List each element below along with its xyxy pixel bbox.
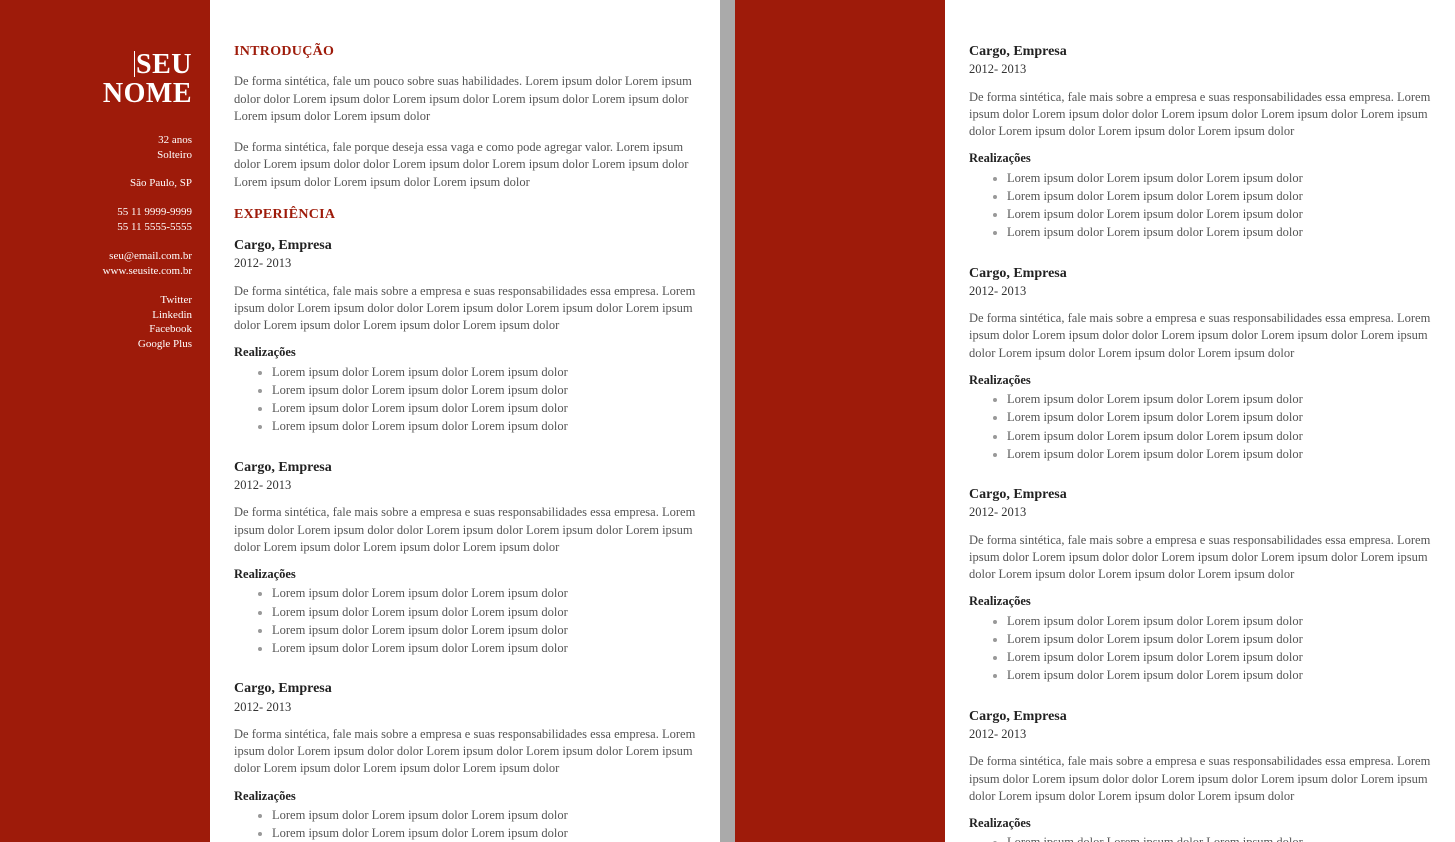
phone-block: 55 11 9999-9999 55 11 5555-5555: [0, 205, 192, 235]
job-title: Cargo, Empresa: [234, 679, 696, 698]
achievement-item: Lorem ipsum dolor Lorem ipsum dolor Lore…: [272, 640, 696, 657]
location-block: São Paulo, SP: [0, 176, 192, 191]
achievement-item: Lorem ipsum dolor Lorem ipsum dolor Lore…: [1007, 206, 1431, 223]
intro-p1: De forma sintética, fale um pouco sobre …: [234, 73, 696, 125]
job-title: Cargo, Empresa: [969, 485, 1431, 504]
job-title: Cargo, Empresa: [969, 42, 1431, 61]
job-entry: Cargo, Empresa 2012- 2013 De forma sinté…: [969, 485, 1431, 685]
achievement-item: Lorem ipsum dolor Lorem ipsum dolor Lore…: [1007, 649, 1431, 666]
resume-page-1: SEU NOME 32 anos Solteiro São Paulo, SP …: [0, 0, 720, 842]
achievements-label: Realizações: [969, 593, 1431, 610]
achievement-item: Lorem ipsum dolor Lorem ipsum dolor Lore…: [1007, 667, 1431, 684]
job-description: De forma sintética, fale mais sobre a em…: [969, 532, 1431, 584]
email: seu@email.com.br: [0, 249, 192, 264]
achievements-label: Realizações: [234, 566, 696, 583]
achievement-item: Lorem ipsum dolor Lorem ipsum dolor Lore…: [272, 807, 696, 824]
job-entry: Cargo, Empresa 2012- 2013 De forma sinté…: [234, 679, 696, 842]
achievements-label: Realizações: [969, 150, 1431, 167]
job-description: De forma sintética, fale mais sobre a em…: [969, 310, 1431, 362]
achievements-list: Lorem ipsum dolor Lorem ipsum dolor Lore…: [234, 585, 696, 657]
achievement-item: Lorem ipsum dolor Lorem ipsum dolor Lore…: [272, 364, 696, 381]
job-dates: 2012- 2013: [969, 504, 1431, 521]
achievements-list: Lorem ipsum dolor Lorem ipsum dolor Lore…: [969, 170, 1431, 242]
achievement-item: Lorem ipsum dolor Lorem ipsum dolor Lore…: [1007, 391, 1431, 408]
marital-status: Solteiro: [0, 148, 192, 163]
job-dates: 2012- 2013: [234, 255, 696, 272]
achievements-list: Lorem ipsum dolor Lorem ipsum dolor Lore…: [969, 834, 1431, 842]
achievements-label: Realizações: [234, 788, 696, 805]
job-dates: 2012- 2013: [234, 477, 696, 494]
achievement-item: Lorem ipsum dolor Lorem ipsum dolor Lore…: [1007, 446, 1431, 463]
social-block: Twitter Linkedin Facebook Google Plus: [0, 293, 192, 352]
job-title: Cargo, Empresa: [969, 707, 1431, 726]
personal-block: 32 anos Solteiro: [0, 133, 192, 163]
achievement-item: Lorem ipsum dolor Lorem ipsum dolor Lore…: [272, 825, 696, 842]
achievements-list: Lorem ipsum dolor Lorem ipsum dolor Lore…: [969, 613, 1431, 685]
achievement-item: Lorem ipsum dolor Lorem ipsum dolor Lore…: [272, 604, 696, 621]
age: 32 anos: [0, 133, 192, 148]
text-cursor-icon: [134, 51, 135, 77]
job-entry: Cargo, Empresa 2012- 2013 De forma sinté…: [969, 42, 1431, 242]
sidebar: SEU NOME 32 anos Solteiro São Paulo, SP …: [0, 0, 210, 842]
achievement-item: Lorem ipsum dolor Lorem ipsum dolor Lore…: [1007, 613, 1431, 630]
experience-heading: EXPERIÊNCIA: [234, 205, 696, 224]
job-entry: Cargo, Empresa 2012- 2013 De forma sinté…: [969, 707, 1431, 842]
resume-page-2: Cargo, Empresa 2012- 2013 De forma sinté…: [735, 0, 1455, 842]
job-entry: Cargo, Empresa 2012- 2013 De forma sinté…: [234, 236, 696, 436]
page-gap: [720, 0, 735, 842]
phone-1: 55 11 9999-9999: [0, 205, 192, 220]
achievement-item: Lorem ipsum dolor Lorem ipsum dolor Lore…: [1007, 170, 1431, 187]
job-entry: Cargo, Empresa 2012- 2013 De forma sinté…: [234, 458, 696, 658]
achievement-item: Lorem ipsum dolor Lorem ipsum dolor Lore…: [1007, 224, 1431, 241]
achievement-item: Lorem ipsum dolor Lorem ipsum dolor Lore…: [1007, 409, 1431, 426]
achievements-list: Lorem ipsum dolor Lorem ipsum dolor Lore…: [969, 391, 1431, 463]
intro-heading: INTRODUÇÃO: [234, 42, 696, 61]
job-description: De forma sintética, fale mais sobre a em…: [234, 504, 696, 556]
job-title: Cargo, Empresa: [234, 236, 696, 255]
achievement-item: Lorem ipsum dolor Lorem ipsum dolor Lore…: [272, 418, 696, 435]
achievement-item: Lorem ipsum dolor Lorem ipsum dolor Lore…: [1007, 631, 1431, 648]
achievements-list: Lorem ipsum dolor Lorem ipsum dolor Lore…: [234, 807, 696, 842]
social-facebook: Facebook: [0, 322, 192, 337]
name-line-1: SEU: [136, 49, 192, 80]
social-googleplus: Google Plus: [0, 337, 192, 352]
job-title: Cargo, Empresa: [234, 458, 696, 477]
social-twitter: Twitter: [0, 293, 192, 308]
page2-content: Cargo, Empresa 2012- 2013 De forma sinté…: [945, 0, 1455, 842]
achievements-label: Realizações: [234, 344, 696, 361]
location: São Paulo, SP: [0, 176, 192, 191]
job-entry: Cargo, Empresa 2012- 2013 De forma sinté…: [969, 264, 1431, 464]
applicant-name: SEU NOME: [0, 50, 192, 109]
social-linkedin: Linkedin: [0, 308, 192, 323]
website: www.seusite.com.br: [0, 264, 192, 279]
achievements-label: Realizações: [969, 372, 1431, 389]
achievement-item: Lorem ipsum dolor Lorem ipsum dolor Lore…: [1007, 428, 1431, 445]
job-dates: 2012- 2013: [234, 699, 696, 716]
achievement-item: Lorem ipsum dolor Lorem ipsum dolor Lore…: [272, 382, 696, 399]
name-line-2: NOME: [103, 78, 192, 109]
achievement-item: Lorem ipsum dolor Lorem ipsum dolor Lore…: [272, 400, 696, 417]
web-block: seu@email.com.br www.seusite.com.br: [0, 249, 192, 279]
achievements-list: Lorem ipsum dolor Lorem ipsum dolor Lore…: [234, 364, 696, 436]
achievement-item: Lorem ipsum dolor Lorem ipsum dolor Lore…: [272, 622, 696, 639]
job-dates: 2012- 2013: [969, 726, 1431, 743]
phone-2: 55 11 5555-5555: [0, 220, 192, 235]
job-dates: 2012- 2013: [969, 283, 1431, 300]
achievement-item: Lorem ipsum dolor Lorem ipsum dolor Lore…: [1007, 834, 1431, 842]
job-title: Cargo, Empresa: [969, 264, 1431, 283]
job-dates: 2012- 2013: [969, 61, 1431, 78]
page1-content: INTRODUÇÃO De forma sintética, fale um p…: [210, 0, 720, 842]
job-description: De forma sintética, fale mais sobre a em…: [969, 89, 1431, 141]
achievement-item: Lorem ipsum dolor Lorem ipsum dolor Lore…: [1007, 188, 1431, 205]
achievements-label: Realizações: [969, 815, 1431, 832]
intro-p2: De forma sintética, fale porque deseja e…: [234, 139, 696, 191]
job-description: De forma sintética, fale mais sobre a em…: [234, 726, 696, 778]
sidebar-page2: [735, 0, 945, 842]
job-description: De forma sintética, fale mais sobre a em…: [234, 283, 696, 335]
achievement-item: Lorem ipsum dolor Lorem ipsum dolor Lore…: [272, 585, 696, 602]
job-description: De forma sintética, fale mais sobre a em…: [969, 753, 1431, 805]
